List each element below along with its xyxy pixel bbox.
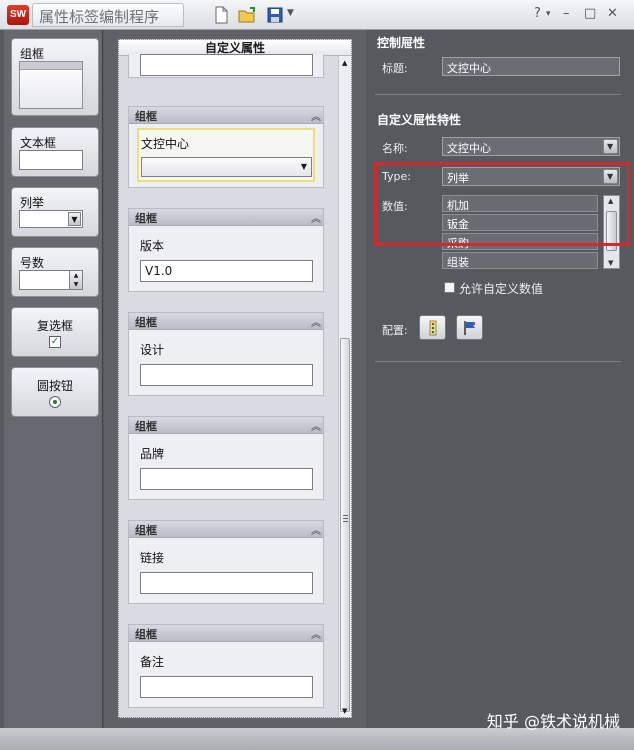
brand-field[interactable]	[140, 468, 313, 490]
scroll-thumb[interactable]	[340, 338, 350, 712]
spinner-preview-icon: ▲ ▼	[19, 270, 83, 290]
text-box-preview-icon	[19, 150, 83, 170]
tool-radio-button[interactable]: 圆按钮	[11, 367, 99, 417]
version-field[interactable]: V1.0	[140, 260, 313, 282]
title-bar: SW 属性标签编制程序 ▼ ? ▾ – □ ✕	[0, 0, 634, 30]
properties-panel: 控制屉性 标题: 文控中心 自定义屉性特性 名称: 文控中心 ▼ Type: 列…	[370, 30, 634, 728]
config-flag-button[interactable]	[456, 315, 483, 340]
config-list-icon	[429, 320, 437, 336]
collapse-icon[interactable]: ︽	[311, 108, 321, 123]
tool-number[interactable]: 号数 ▲ ▼	[11, 247, 99, 297]
name-label: 名称:	[382, 142, 408, 155]
group-box-design[interactable]: 组框 ︽ 设计	[128, 312, 324, 396]
close-icon[interactable]: ✕	[607, 6, 618, 21]
caption-value: 文控中心	[447, 62, 491, 75]
list-item-text: 组装	[447, 256, 469, 269]
scroll-down-icon[interactable]: ▼	[608, 259, 613, 267]
group-box-partial[interactable]	[128, 54, 324, 78]
open-folder-icon[interactable]	[238, 6, 256, 24]
group-title: 组框	[135, 524, 157, 537]
divider	[375, 361, 621, 362]
dropdown-preview-icon: ▼	[19, 210, 83, 228]
config-flag-icon	[464, 321, 476, 335]
list-item[interactable]: 组装	[442, 252, 598, 269]
design-field[interactable]	[140, 364, 313, 386]
tool-label: 组框	[20, 47, 45, 61]
collapse-icon[interactable]: ︽	[311, 626, 321, 641]
field-label: 设计	[140, 343, 165, 357]
tool-text-box[interactable]: 文本框	[11, 127, 99, 177]
help-icon[interactable]: ?	[534, 6, 541, 21]
form-canvas: 自定义属性 组框 ︽ 文控中心 ▼ 组框 ︽ 版本 V1.0 组框 ︽ 设计 组框 ︽	[118, 39, 352, 718]
group-box-version[interactable]: 组框 ︽ 版本 V1.0	[128, 208, 324, 292]
save-icon[interactable]	[266, 6, 284, 24]
collapse-icon[interactable]: ︽	[311, 210, 321, 225]
name-select[interactable]: 文控中心 ▼	[442, 137, 620, 156]
scroll-down-icon[interactable]: ▼	[342, 707, 347, 715]
field-label: 链接	[140, 551, 165, 565]
tool-group-box[interactable]: 组框	[11, 38, 99, 116]
collapse-icon[interactable]: ︽	[311, 522, 321, 537]
tool-label: 号数	[20, 256, 45, 270]
group-box-preview-icon	[19, 61, 83, 109]
divider	[375, 94, 621, 95]
field-label: 文控中心	[141, 137, 190, 151]
help-dropdown-icon[interactable]: ▾	[546, 9, 551, 19]
chevron-down-icon: ▼	[300, 162, 307, 171]
group-box-brand[interactable]: 组框 ︽ 品牌	[128, 416, 324, 500]
collapse-icon[interactable]: ︽	[311, 314, 321, 329]
doc-center-dropdown[interactable]: ▼	[141, 157, 312, 177]
field-label: 版本	[140, 239, 165, 253]
group-title: 组框	[135, 420, 157, 433]
canvas-scrollbar[interactable]: ▲ ▼	[338, 56, 351, 717]
name-value: 文控中心	[447, 142, 491, 155]
tool-label: 列举	[20, 196, 45, 210]
control-properties-title: 控制屉性	[377, 36, 426, 50]
group-title: 组框	[135, 110, 157, 123]
title-tab: 属性标签编制程序	[32, 3, 184, 27]
link-field[interactable]	[140, 572, 313, 594]
group-box-link[interactable]: 组框 ︽ 链接	[128, 520, 324, 604]
config-list-button[interactable]	[419, 315, 446, 340]
collapse-icon[interactable]: ︽	[311, 418, 321, 433]
app-logo: SW	[7, 5, 29, 25]
group-title: 组框	[135, 212, 157, 225]
tool-list[interactable]: 列举 ▼	[11, 187, 99, 237]
design-area: 自定义属性 组框 ︽ 文控中心 ▼ 组框 ︽ 版本 V1.0 组框 ︽ 设计 组框 ︽	[104, 30, 366, 728]
group-title: 组框	[135, 628, 157, 641]
selected-control-frame[interactable]: 文控中心 ▼	[137, 128, 315, 182]
save-dropdown-icon[interactable]: ▼	[287, 8, 294, 18]
allow-custom-checkbox[interactable]	[444, 282, 455, 293]
group-box-remarks[interactable]: 组框 ︽ 备注	[128, 624, 324, 708]
field-value: V1.0	[145, 264, 173, 278]
watermark: 知乎 @铁术说机械	[486, 712, 620, 731]
field-label: 品牌	[140, 447, 165, 461]
tool-checkbox[interactable]: 复选框 ✓	[11, 307, 99, 357]
highlight-box	[374, 162, 630, 246]
chevron-down-icon[interactable]: ▼	[603, 139, 618, 154]
minimize-icon[interactable]: –	[563, 6, 570, 21]
text-field[interactable]	[140, 54, 313, 76]
allow-custom-label: 允许自定义数值	[459, 282, 544, 296]
checkbox-checked-icon: ✓	[49, 336, 61, 348]
group-title: 组框	[135, 316, 157, 329]
radio-selected-icon	[49, 396, 61, 408]
tool-label: 圆按钮	[36, 379, 73, 393]
new-file-icon[interactable]	[212, 6, 230, 24]
caption-input[interactable]: 文控中心	[442, 57, 620, 76]
control-toolbox: 组框 文本框 列举 ▼ 号数 ▲ ▼ 复选框 ✓ 圆按钮	[4, 30, 103, 728]
remarks-field[interactable]	[140, 676, 313, 698]
config-label: 配置:	[382, 324, 408, 337]
tool-label: 复选框	[36, 319, 73, 333]
group-box-doc-center[interactable]: 组框 ︽ 文控中心 ▼	[128, 106, 324, 188]
window-title: 属性标签编制程序	[39, 8, 160, 26]
custom-properties-title: 自定义屉性特性	[377, 113, 462, 127]
maximize-icon[interactable]: □	[584, 6, 596, 21]
scroll-up-icon[interactable]: ▲	[342, 59, 347, 67]
tool-label: 文本框	[20, 136, 57, 150]
caption-label: 标题:	[382, 62, 408, 75]
field-label: 备注	[140, 655, 165, 669]
